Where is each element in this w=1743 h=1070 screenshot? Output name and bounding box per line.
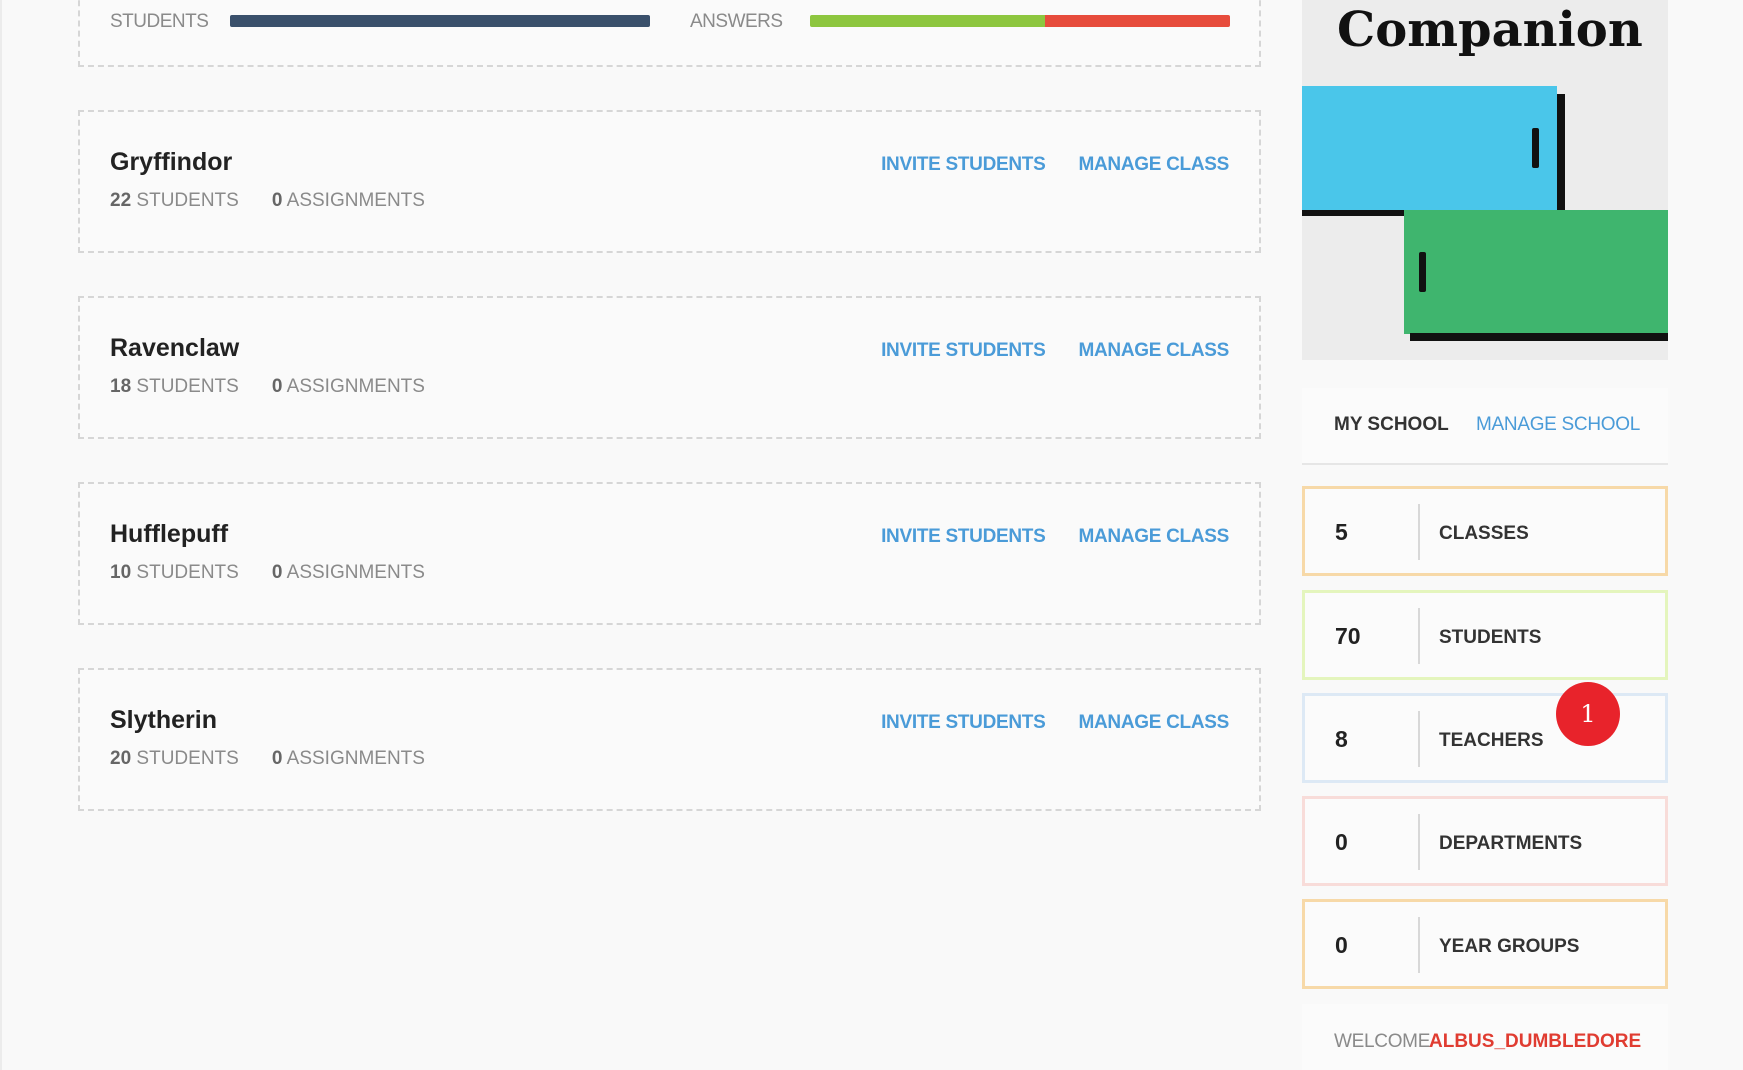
- stat-value: 5: [1335, 519, 1348, 545]
- class-name[interactable]: Hufflepuff: [110, 520, 228, 549]
- answers-wrong-segment: [1045, 15, 1230, 27]
- stat-value: 70: [1335, 623, 1361, 649]
- class-actions: INVITE STUDENTS MANAGE CLASS: [881, 526, 1229, 548]
- class-actions: INVITE STUDENTS MANAGE CLASS: [881, 154, 1229, 176]
- class-students-count: 18 STUDENTS: [110, 376, 239, 397]
- stat-year-groups[interactable]: 0 YEAR GROUPS: [1302, 899, 1668, 989]
- manage-class-link[interactable]: MANAGE CLASS: [1078, 526, 1229, 548]
- stat-value: 0: [1335, 932, 1348, 958]
- stat-students[interactable]: 70 STUDENTS: [1302, 590, 1668, 680]
- books-logo-icon: [1302, 86, 1668, 341]
- class-assignments-count: 0 ASSIGNMENTS: [271, 190, 425, 211]
- invite-students-link[interactable]: INVITE STUDENTS: [881, 526, 1046, 548]
- page-left-edge: [0, 0, 2, 1070]
- stat-divider: [1418, 711, 1420, 767]
- students-bar-label: STUDENTS: [110, 11, 209, 32]
- stat-divider: [1418, 504, 1420, 560]
- class-actions: INVITE STUDENTS MANAGE CLASS: [881, 712, 1229, 734]
- welcome-bar: WELCOME ALBUS_DUMBLEDORE: [1302, 1004, 1668, 1070]
- class-stats: 18 STUDENTS 0 ASSIGNMENTS: [110, 376, 425, 398]
- companion-logo[interactable]: Companion: [1302, 0, 1668, 360]
- manage-class-link[interactable]: MANAGE CLASS: [1078, 340, 1229, 362]
- class-summary-card: STUDENTS ANSWERS: [78, 0, 1261, 67]
- stat-label: STUDENTS: [1439, 627, 1542, 648]
- stat-label: TEACHERS: [1439, 730, 1544, 751]
- answers-bar-label: ANSWERS: [690, 11, 783, 32]
- stat-departments[interactable]: 0 DEPARTMENTS: [1302, 796, 1668, 886]
- welcome-prefix: WELCOME: [1334, 1031, 1431, 1052]
- school-nav: MY SCHOOL MANAGE SCHOOL: [1302, 388, 1668, 465]
- invite-students-link[interactable]: INVITE STUDENTS: [881, 340, 1046, 362]
- class-name[interactable]: Ravenclaw: [110, 334, 239, 363]
- class-name[interactable]: Gryffindor: [110, 148, 232, 177]
- answers-progress-bar: [810, 15, 1230, 27]
- answers-correct-segment: [810, 15, 1046, 27]
- class-students-count: 22 STUDENTS: [110, 190, 239, 211]
- students-progress-bar: [230, 15, 650, 27]
- manage-class-link[interactable]: MANAGE CLASS: [1078, 712, 1229, 734]
- manage-class-link[interactable]: MANAGE CLASS: [1078, 154, 1229, 176]
- class-name[interactable]: Slytherin: [110, 706, 217, 735]
- class-card-ravenclaw: Ravenclaw 18 STUDENTS 0 ASSIGNMENTS INVI…: [78, 296, 1261, 439]
- stat-value: 8: [1335, 726, 1348, 752]
- class-card-gryffindor: Gryffindor 22 STUDENTS 0 ASSIGNMENTS INV…: [78, 110, 1261, 253]
- class-actions: INVITE STUDENTS MANAGE CLASS: [881, 340, 1229, 362]
- username-link[interactable]: ALBUS_DUMBLEDORE: [1429, 1031, 1641, 1053]
- invite-students-link[interactable]: INVITE STUDENTS: [881, 154, 1046, 176]
- class-stats: 20 STUDENTS 0 ASSIGNMENTS: [110, 748, 425, 770]
- stat-divider: [1418, 814, 1420, 870]
- class-card-hufflepuff: Hufflepuff 10 STUDENTS 0 ASSIGNMENTS INV…: [78, 482, 1261, 625]
- stat-label: CLASSES: [1439, 523, 1529, 544]
- notification-badge[interactable]: 1: [1556, 682, 1620, 746]
- stat-classes[interactable]: 5 CLASSES: [1302, 486, 1668, 576]
- stat-label: DEPARTMENTS: [1439, 833, 1583, 854]
- invite-students-link[interactable]: INVITE STUDENTS: [881, 712, 1046, 734]
- class-students-count: 10 STUDENTS: [110, 562, 239, 583]
- stat-divider: [1418, 917, 1420, 973]
- class-assignments-count: 0 ASSIGNMENTS: [271, 748, 425, 769]
- class-card-slytherin: Slytherin 20 STUDENTS 0 ASSIGNMENTS INVI…: [78, 668, 1261, 811]
- stat-divider: [1418, 608, 1420, 664]
- class-assignments-count: 0 ASSIGNMENTS: [271, 562, 425, 583]
- class-stats: 22 STUDENTS 0 ASSIGNMENTS: [110, 190, 425, 212]
- class-assignments-count: 0 ASSIGNMENTS: [271, 376, 425, 397]
- stat-label: YEAR GROUPS: [1439, 936, 1580, 957]
- class-stats: 10 STUDENTS 0 ASSIGNMENTS: [110, 562, 425, 584]
- my-school-tab[interactable]: MY SCHOOL: [1334, 414, 1449, 436]
- stat-value: 0: [1335, 829, 1348, 855]
- class-students-count: 20 STUDENTS: [110, 748, 239, 769]
- manage-school-link[interactable]: MANAGE SCHOOL: [1476, 414, 1640, 436]
